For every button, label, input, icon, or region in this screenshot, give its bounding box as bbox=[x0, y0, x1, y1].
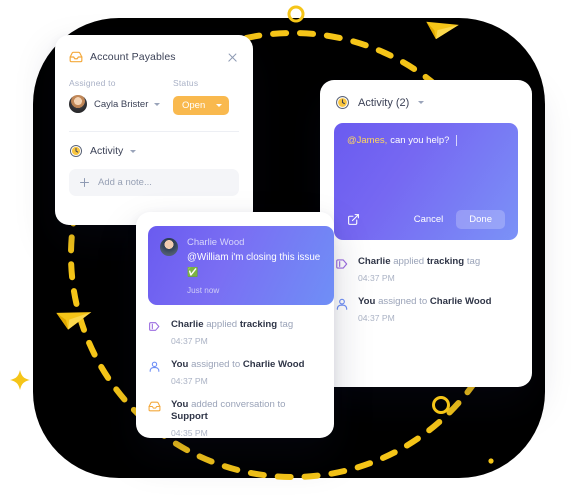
person-icon bbox=[148, 360, 162, 374]
chevron-down-icon bbox=[216, 104, 223, 107]
list-item: You assigned to Charlie Wood 04:37 PM bbox=[335, 296, 517, 323]
tag-icon bbox=[335, 257, 349, 271]
feed-text: You assigned to Charlie Wood bbox=[358, 296, 492, 308]
list-item: You added conversation to Support 04:35 … bbox=[148, 399, 322, 438]
composer-text: @James, can you help? bbox=[347, 135, 505, 146]
expand-icon[interactable] bbox=[347, 213, 360, 226]
feed-verb: applied bbox=[206, 319, 238, 330]
status-field: Status Open bbox=[173, 78, 230, 115]
tag-icon bbox=[148, 320, 162, 334]
feed-time: 04:35 PM bbox=[171, 428, 208, 438]
assigned-to-label: Assigned to bbox=[69, 78, 116, 88]
status-badge[interactable]: Open bbox=[173, 96, 230, 115]
assignee-selector[interactable]: Cayla Brister bbox=[69, 95, 173, 113]
right-activity-header[interactable]: Activity (2) bbox=[320, 80, 532, 110]
list-item: You assigned to Charlie Wood 04:37 PM bbox=[148, 359, 322, 386]
feed-actor: You bbox=[358, 296, 376, 307]
plus-icon bbox=[80, 178, 89, 187]
avatar bbox=[160, 238, 178, 256]
list-item: Charlie applied tracking tag 04:37 PM bbox=[335, 256, 517, 283]
ticket-card: Account Payables Assigned to Cayla Brist… bbox=[55, 35, 253, 225]
mid-activity-card: Charlie Wood @William i'm closing this i… bbox=[136, 212, 334, 438]
feed-text: Charlie applied tracking tag bbox=[358, 256, 480, 268]
done-button[interactable]: Done bbox=[456, 210, 505, 229]
composer-actions: Cancel Done bbox=[347, 210, 505, 229]
chevron-down-icon bbox=[130, 149, 137, 153]
add-note-input[interactable]: Add a note... bbox=[69, 169, 239, 196]
ticket-title: Account Payables bbox=[90, 51, 176, 63]
feed-object: Charlie Wood bbox=[429, 296, 492, 307]
feed-suffix: tag bbox=[466, 256, 481, 267]
feed-time: 04:37 PM bbox=[171, 376, 208, 386]
right-activity-feed: Charlie applied tracking tag 04:37 PM Yo… bbox=[320, 240, 532, 323]
feed-suffix: tag bbox=[279, 319, 294, 330]
feed-object: tracking bbox=[239, 319, 278, 330]
list-item: Charlie applied tracking tag 04:37 PM bbox=[148, 319, 322, 346]
activity-section-header[interactable]: Activity bbox=[55, 132, 253, 158]
comment-text: @William i'm closing this issue ✅ bbox=[187, 251, 322, 280]
chevron-down-icon bbox=[154, 102, 161, 106]
status-value: Open bbox=[182, 100, 206, 111]
check-emoji: ✅ bbox=[187, 267, 199, 277]
assigned-to-field: Assigned to Cayla Brister bbox=[69, 78, 173, 115]
feed-actor: You bbox=[171, 359, 189, 370]
activity-title: Activity bbox=[90, 145, 124, 157]
person-icon bbox=[335, 297, 349, 311]
comment-bubble: Charlie Wood @William i'm closing this i… bbox=[148, 226, 334, 305]
add-note-placeholder: Add a note... bbox=[98, 177, 152, 188]
feed-text: You added conversation to Support bbox=[171, 399, 322, 423]
feed-verb: assigned to bbox=[191, 359, 241, 370]
feed-verb: added conversation to bbox=[191, 399, 286, 410]
text-caret bbox=[456, 135, 458, 146]
composer-rest: can you help? bbox=[390, 135, 450, 146]
comment-row: Charlie Wood @William i'm closing this i… bbox=[160, 237, 322, 295]
feed-verb: assigned to bbox=[378, 296, 428, 307]
cancel-button[interactable]: Cancel bbox=[414, 214, 444, 225]
feed-actor: Charlie bbox=[171, 319, 204, 330]
feed-actor: Charlie bbox=[358, 256, 391, 267]
feed-time: 04:37 PM bbox=[358, 273, 395, 283]
ticket-card-header: Account Payables bbox=[55, 35, 253, 64]
feed-text: You assigned to Charlie Wood bbox=[171, 359, 305, 371]
sparkle-icon bbox=[10, 370, 30, 390]
note-composer[interactable]: @James, can you help? Cancel Done bbox=[334, 123, 518, 240]
ticket-fields: Assigned to Cayla Brister Status Open bbox=[55, 64, 253, 115]
avatar bbox=[69, 95, 87, 113]
comment-body: @William i'm closing this issue bbox=[187, 252, 321, 263]
clock-icon bbox=[335, 95, 350, 110]
illustration-stage: Account Payables Assigned to Cayla Brist… bbox=[0, 0, 586, 503]
inbox-icon bbox=[69, 50, 83, 64]
feed-actor: You bbox=[171, 399, 189, 410]
right-activity-title: Activity (2) bbox=[358, 96, 410, 109]
close-icon[interactable] bbox=[226, 51, 239, 64]
mid-activity-feed: Charlie applied tracking tag 04:37 PM Yo… bbox=[136, 305, 334, 438]
status-label: Status bbox=[173, 78, 199, 88]
feed-verb: applied bbox=[393, 256, 425, 267]
feed-text: Charlie applied tracking tag bbox=[171, 319, 293, 331]
feed-time: 04:37 PM bbox=[171, 336, 208, 346]
feed-time: 04:37 PM bbox=[358, 313, 395, 323]
assignee-name: Cayla Brister bbox=[94, 98, 149, 110]
right-activity-card: Activity (2) @James, can you help? Cance… bbox=[320, 80, 532, 387]
feed-object: tracking bbox=[426, 256, 465, 267]
comment-author: Charlie Wood bbox=[187, 237, 245, 248]
clock-icon bbox=[69, 144, 83, 158]
chevron-down-icon bbox=[418, 101, 425, 104]
feed-object: Charlie Wood bbox=[242, 359, 305, 370]
comment-time: Just now bbox=[187, 286, 220, 295]
mention-token: @James, bbox=[347, 135, 388, 146]
feed-object: Support bbox=[171, 411, 208, 422]
inbox-icon bbox=[148, 400, 162, 414]
